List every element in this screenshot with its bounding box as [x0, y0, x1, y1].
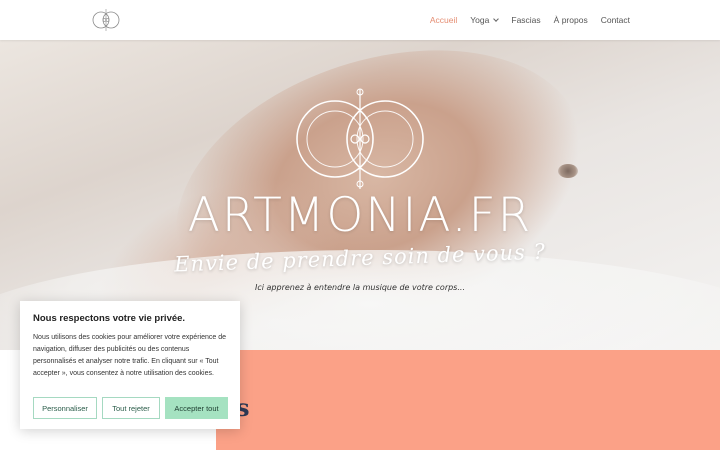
nav-item-contact[interactable]: Contact	[601, 15, 630, 25]
cookie-banner-text: Nous utilisons des cookies pour améliore…	[33, 334, 226, 377]
salmon-section	[216, 350, 720, 450]
artmonia-logo-icon[interactable]	[90, 8, 122, 32]
site-header: Accueil Yoga Fascias À propos Contact	[0, 0, 720, 40]
nav-item-fascias[interactable]: Fascias	[511, 15, 540, 25]
nav-item-a-propos[interactable]: À propos	[554, 15, 588, 25]
hero-photo-ring	[558, 164, 578, 178]
main-nav: Accueil Yoga Fascias À propos Contact	[430, 0, 630, 40]
hero-subtitle: Ici apprenez à entendre la musique de vo…	[255, 283, 465, 292]
artmonia-emblem-icon	[296, 88, 424, 189]
nav-item-label: Contact	[600, 15, 630, 25]
hero-title: ARTMONIA.FR	[187, 188, 533, 243]
cookie-consent-banner: Nous respectons votre vie privée. Nous u…	[20, 301, 240, 429]
reject-all-button[interactable]: Tout rejeter	[102, 397, 160, 419]
nav-item-label: Accueil	[429, 15, 458, 25]
nav-item-yoga[interactable]: Yoga	[470, 15, 500, 25]
customize-button[interactable]: Personnaliser	[33, 397, 97, 419]
nav-item-label: À propos	[553, 15, 588, 25]
nav-item-label: Yoga	[470, 15, 490, 25]
nav-item-label: Fascias	[511, 15, 541, 25]
chevron-down-icon	[493, 15, 500, 22]
cookie-banner-title: Nous respectons votre vie privée.	[33, 313, 186, 324]
nav-item-accueil[interactable]: Accueil	[430, 15, 457, 25]
accept-all-button[interactable]: Accepter tout	[165, 397, 228, 419]
cookie-banner-actions: Personnaliser Tout rejeter Accepter tout	[33, 397, 228, 419]
